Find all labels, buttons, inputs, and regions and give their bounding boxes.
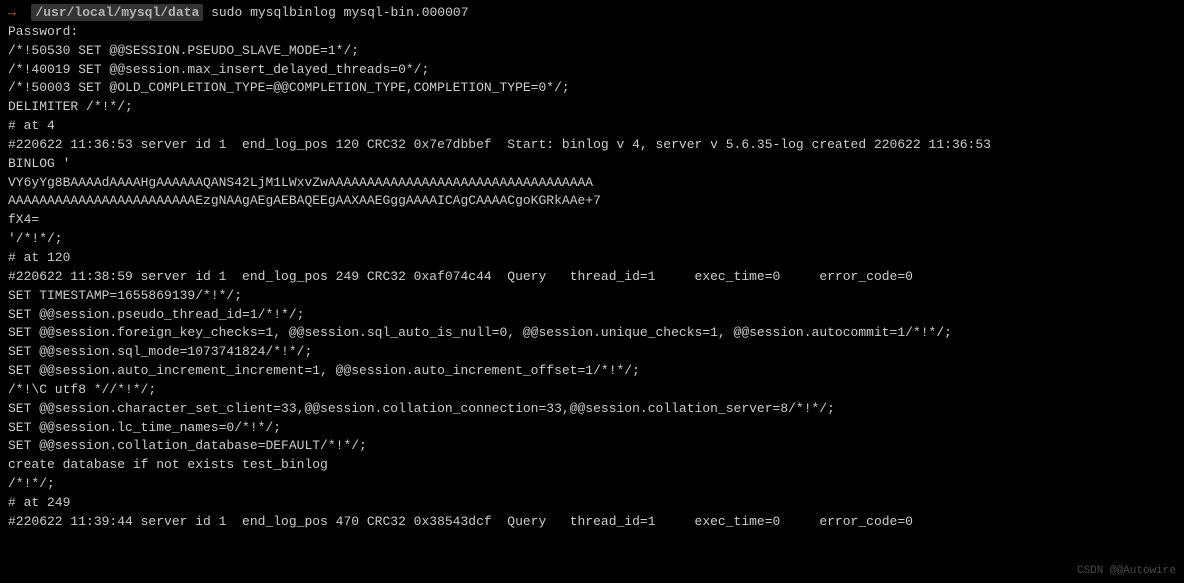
prompt-arrow-icon: → [8, 5, 16, 20]
terminal-output: Password:/*!50530 SET @@SESSION.PSEUDO_S… [8, 23, 1176, 532]
output-line: SET @@session.collation_database=DEFAULT… [8, 437, 1176, 456]
output-line: /*!50003 SET @OLD_COMPLETION_TYPE=@@COMP… [8, 79, 1176, 98]
output-line: SET @@session.lc_time_names=0/*!*/; [8, 419, 1176, 438]
output-line: VY6yYg8BAAAAdAAAAHgAAAAAAQANS42LjM1LWxvZ… [8, 174, 1176, 193]
output-line: SET @@session.foreign_key_checks=1, @@se… [8, 324, 1176, 343]
output-line: # at 249 [8, 494, 1176, 513]
output-line: #220622 11:38:59 server id 1 end_log_pos… [8, 268, 1176, 287]
output-line: '/*!*/; [8, 230, 1176, 249]
output-line: fX4= [8, 211, 1176, 230]
prompt-command[interactable]: sudo mysqlbinlog mysql-bin.000007 [211, 5, 468, 20]
output-line: DELIMITER /*!*/; [8, 98, 1176, 117]
output-line: /*!\C utf8 *//*!*/; [8, 381, 1176, 400]
output-line: /*!*/; [8, 475, 1176, 494]
output-line: # at 120 [8, 249, 1176, 268]
output-line: SET @@session.sql_mode=1073741824/*!*/; [8, 343, 1176, 362]
output-line: SET @@session.pseudo_thread_id=1/*!*/; [8, 306, 1176, 325]
terminal-prompt-line: → /usr/local/mysql/data sudo mysqlbinlog… [8, 4, 1176, 23]
output-line: SET TIMESTAMP=1655869139/*!*/; [8, 287, 1176, 306]
prompt-path: /usr/local/mysql/data [31, 4, 203, 21]
output-line: Password: [8, 23, 1176, 42]
output-line: /*!40019 SET @@session.max_insert_delaye… [8, 61, 1176, 80]
output-line: SET @@session.auto_increment_increment=1… [8, 362, 1176, 381]
output-line: AAAAAAAAAAAAAAAAAAAAAAAAEzgNAAgAEgAEBAQE… [8, 192, 1176, 211]
output-line: #220622 11:36:53 server id 1 end_log_pos… [8, 136, 1176, 155]
output-line: # at 4 [8, 117, 1176, 136]
watermark-text: CSDN @@Autowire [1077, 564, 1176, 580]
output-line: BINLOG ' [8, 155, 1176, 174]
output-line: #220622 11:39:44 server id 1 end_log_pos… [8, 513, 1176, 532]
output-line: /*!50530 SET @@SESSION.PSEUDO_SLAVE_MODE… [8, 42, 1176, 61]
output-line: create database if not exists test_binlo… [8, 456, 1176, 475]
output-line: SET @@session.character_set_client=33,@@… [8, 400, 1176, 419]
